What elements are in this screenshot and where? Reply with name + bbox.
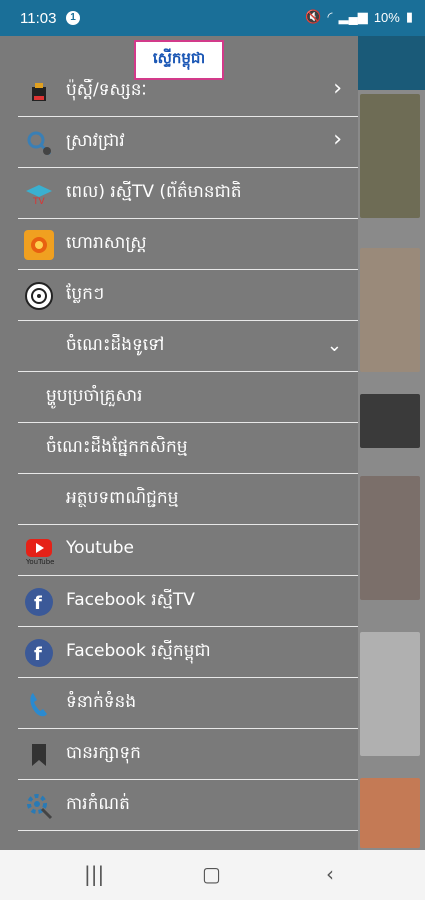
menu-item-facebook-tv[interactable]: f Facebook រស្មីTV (18, 576, 358, 627)
facebook-icon: f (24, 638, 54, 668)
status-time: 11:03 (20, 10, 57, 27)
article-thumbnail[interactable] (360, 394, 420, 448)
facebook-icon: f (24, 587, 54, 617)
svg-text:TV: TV (32, 197, 45, 205)
app-bar (358, 36, 425, 90)
menu-item-contact[interactable]: ទំនាក់ទំនង (18, 678, 358, 729)
submenu-item-agriculture[interactable]: ចំណេះដឹងផ្នែកកសិកម្ម (18, 423, 358, 474)
astrology-icon (24, 230, 54, 260)
battery-text: 10% (373, 9, 400, 25)
svg-text:f: f (34, 593, 42, 614)
menu-item-saved[interactable]: បានរក្សាទុក (18, 729, 358, 780)
mute-icon: 🔇 (305, 9, 322, 24)
notification-count-badge: 1 (66, 11, 80, 25)
menu-item-tv[interactable]: TV ពេល) រស្មីTV (ព័ត៌មានជាតិ (18, 168, 358, 219)
menu-item-facebook-cambodia[interactable]: f Facebook រស្មីកម្ពុជា (18, 627, 358, 678)
signal-icon: ▂▄▆ (338, 9, 368, 24)
submenu-item-commercial-articles[interactable]: អត្ថបទពាណិជ្ជកម្ម (18, 474, 358, 525)
menu-item-research[interactable]: ស្រាវជ្រាវ › (18, 117, 358, 168)
article-thumbnail[interactable] (360, 778, 420, 848)
system-nav-bar: ||| ▢ ‹ (0, 850, 425, 900)
svg-text:YouTube: YouTube (25, 558, 54, 565)
submenu-item-family-food[interactable]: ម្ហូបប្រចាំគ្រួសារ (18, 372, 358, 423)
chevron-right-icon: › (333, 127, 342, 152)
youtube-icon: YouTube (24, 536, 54, 566)
article-thumbnail[interactable] (360, 248, 420, 372)
svg-text:f: f (34, 644, 42, 665)
status-bar: 11:03 1 🔇 ◜ ▂▄▆ 10% ▮ (0, 0, 425, 36)
menu-item-astrology[interactable]: ហោរាសាស្ត្រ (18, 219, 358, 270)
wifi-icon: ◜ (327, 9, 333, 24)
menu-item-youtube[interactable]: YouTube Youtube (18, 525, 358, 576)
article-thumbnail[interactable] (360, 632, 420, 756)
research-icon (24, 128, 54, 158)
article-thumbnail[interactable] (360, 94, 420, 218)
phone-icon (24, 689, 54, 719)
status-icons: 🔇 ◜ ▂▄▆ 10% ▮ (305, 9, 413, 25)
news-icon (24, 77, 54, 107)
settings-icon (24, 791, 54, 821)
tv-icon: TV (24, 179, 54, 209)
battery-icon: ▮ (405, 9, 413, 24)
background-content[interactable] (358, 36, 425, 850)
home-button[interactable]: ▢ (202, 862, 221, 886)
chevron-down-icon: ⌄ (326, 335, 342, 356)
menu-item-general-knowledge[interactable]: ចំណេះដឹងទូទៅ ⌄ (18, 321, 358, 372)
article-thumbnail[interactable] (360, 476, 420, 600)
recent-apps-button[interactable]: ||| (84, 862, 104, 886)
navigation-drawer: ស្ទើកម្ពុជា ប៉ុស្តិ៍/ទស្សនៈ › ស្រាវជ្រាវ… (0, 36, 358, 850)
menu-item-news[interactable]: ប៉ុស្តិ៍/ទស្សនៈ › (18, 66, 358, 117)
weird-icon (24, 281, 54, 311)
menu-item-settings[interactable]: ការកំណត់ (18, 780, 358, 831)
chevron-right-icon: › (333, 76, 342, 101)
bookmark-icon (24, 740, 54, 770)
back-button[interactable]: ‹ (326, 862, 334, 886)
menu-item-weird[interactable]: ប្លែកៗ (18, 270, 358, 321)
